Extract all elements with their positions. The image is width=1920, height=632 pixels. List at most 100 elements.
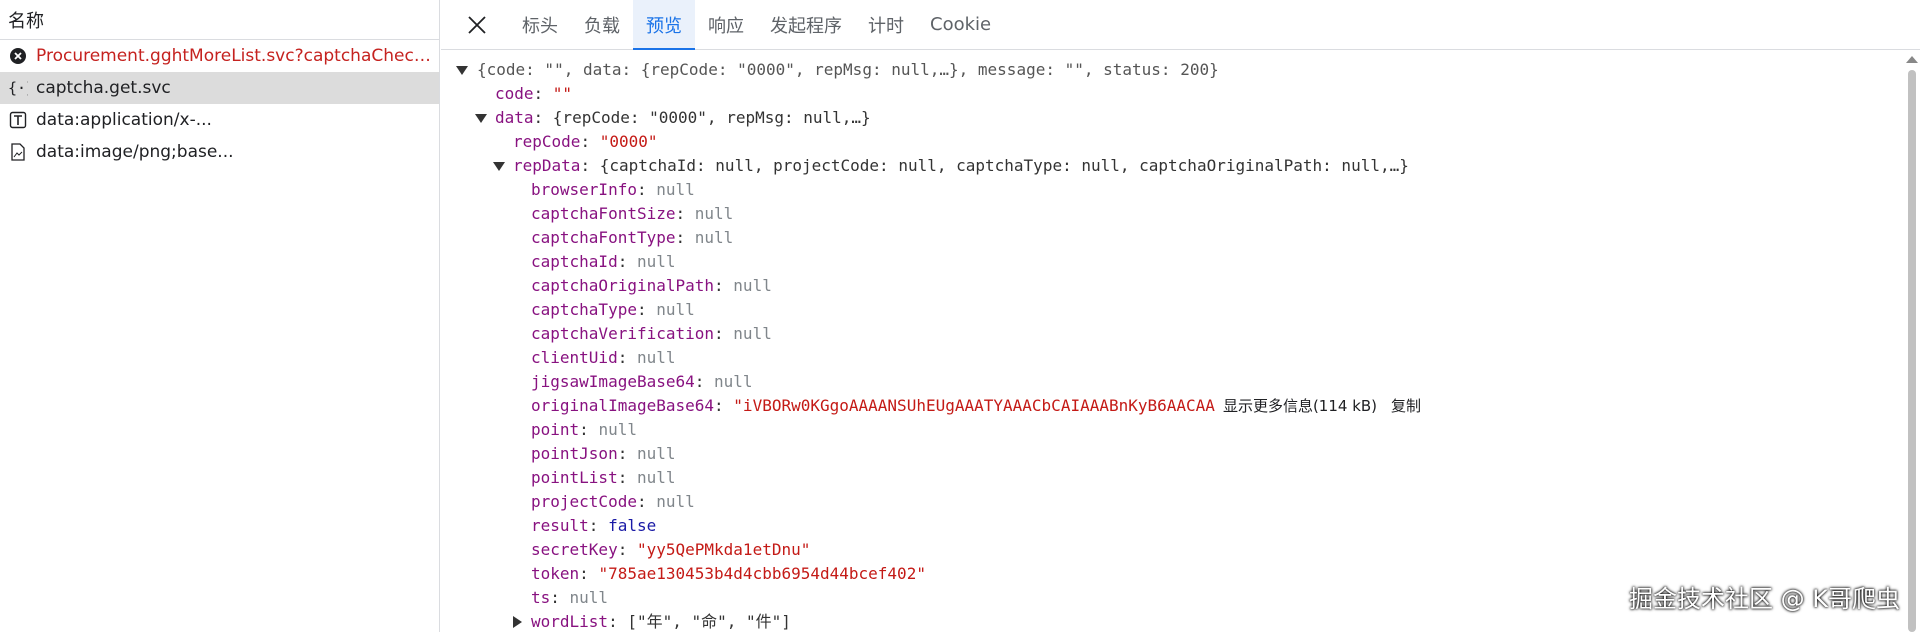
json-key: captchaFontSize [531, 204, 676, 223]
tab-timing[interactable]: 计时 [855, 0, 917, 49]
tree-row-repdata[interactable]: repData: {captchaId: null, projectCode: … [441, 154, 1901, 178]
tab-preview[interactable]: 预览 [633, 0, 695, 50]
request-item-data-image[interactable]: data:image/png;base... [0, 136, 439, 168]
name-column-header[interactable]: 名称 [0, 0, 439, 40]
json-key: code [495, 84, 534, 103]
json-key: data [495, 108, 534, 127]
json-key: projectCode [531, 492, 637, 511]
json-key: captchaVerification [531, 324, 715, 343]
json-key: captchaOriginalPath [531, 276, 715, 295]
tree-row-field: pointList: null [531, 468, 676, 487]
copy-button[interactable]: 复制 [1391, 397, 1421, 415]
json-value: null [733, 276, 772, 295]
collapse-triangle-icon[interactable] [475, 114, 487, 123]
json-key: browserInfo [531, 180, 637, 199]
json-value: null [694, 204, 734, 223]
tree-row-field: pointJson: null [531, 444, 676, 463]
json-key: repData [513, 156, 581, 175]
tab-label: 预览 [646, 15, 682, 37]
details-panel: 标头 负载 预览 响应 发起程序 计时 Cookie {code: "", da… [441, 0, 1920, 632]
collapse-triangle-icon[interactable] [456, 66, 468, 75]
tree-row-field: secretKey: "yy5QePMkda1etDnu" [531, 540, 811, 559]
json-value: null [636, 252, 676, 271]
json-key: clientUid [531, 348, 618, 367]
json-key: token [531, 564, 580, 583]
json-value: null [656, 492, 695, 511]
json-key: point [531, 420, 580, 439]
error-icon [8, 46, 28, 66]
watermark: 掘金技术社区 @ K哥爬虫 [1629, 585, 1900, 613]
tab-headers[interactable]: 标头 [509, 0, 571, 49]
json-value: null [636, 444, 676, 463]
tree-row-field: captchaVerification: null [531, 324, 772, 343]
request-item-captcha[interactable]: {·} captcha.get.svc [0, 72, 439, 104]
tab-label: 发起程序 [770, 15, 842, 37]
tree-row-data[interactable]: data: {repCode: "0000", repMsg: null,…} [441, 106, 1901, 130]
json-value: null [636, 348, 676, 367]
image-file-icon [8, 142, 28, 162]
tab-response[interactable]: 响应 [695, 0, 757, 49]
json-summary: {captchaId: null, projectCode: null, cap… [599, 156, 1409, 175]
tab-label: Cookie [930, 14, 992, 35]
tab-label: 标头 [522, 15, 558, 37]
svg-text:{·}: {·} [8, 79, 28, 97]
json-value: "yy5QePMkda1etDnu" [636, 540, 811, 559]
tree-row-code: code: "" [495, 84, 573, 103]
json-key: wordList [531, 612, 609, 631]
json-key: captchaType [531, 300, 637, 319]
scroll-up-arrow-icon[interactable] [1906, 56, 1918, 63]
root-summary: {code: "", data: {repCode: "0000", repMs… [477, 60, 1219, 79]
tree-row-field: browserInfo: null [531, 180, 695, 199]
json-key: jigsawImageBase64 [531, 372, 695, 391]
tree-row-field: jigsawImageBase64: null [531, 372, 753, 391]
tab-label: 计时 [868, 15, 904, 37]
tab-initiator[interactable]: 发起程序 [757, 0, 855, 49]
tree-root-row[interactable]: {code: "", data: {repCode: "0000", repMs… [441, 58, 1901, 82]
json-value: "0000" [599, 132, 658, 151]
json-key: ts [531, 588, 551, 607]
json-value: null [694, 228, 734, 247]
tab-cookie[interactable]: Cookie [917, 0, 1004, 49]
tree-row-field: point: null [531, 420, 637, 439]
tree-row-field: captchaOriginalPath: null [531, 276, 772, 295]
name-column-label: 名称 [8, 10, 44, 32]
braces-icon: {·} [8, 78, 28, 98]
collapse-triangle-icon[interactable] [493, 162, 505, 171]
json-value: "785ae130453b4d4cbb6954d44bcef402" [598, 564, 926, 583]
request-item-label: Procurement.gghtMoreList.svc?captchaChec… [36, 46, 431, 66]
json-summary: {repCode: "0000", repMsg: null,…} [552, 108, 871, 127]
tree-row-field: captchaFontType: null [531, 228, 734, 247]
json-value: null [598, 420, 637, 439]
tree-row-field: clientUid: null [531, 348, 676, 367]
request-item-data-application[interactable]: data:application/x-... [0, 104, 439, 136]
tree-row-field: originalImageBase64: "iVBORw0KGgoAAAANSU… [531, 396, 1422, 415]
json-value: null [636, 468, 676, 487]
json-key: captchaId [531, 252, 618, 271]
json-preview-tree: {code: "", data: {repCode: "0000", repMs… [441, 58, 1901, 632]
json-value: null [733, 324, 772, 343]
json-value: false [608, 516, 657, 535]
json-value: "iVBORw0KGgoAAAANSUhEUgAAATYAAACbCAIAAAB… [733, 396, 1215, 415]
json-value: "" [552, 84, 573, 103]
json-value: ["年", "命", "件"] [627, 612, 791, 631]
tab-label: 负载 [584, 15, 620, 37]
tree-row-field: projectCode: null [531, 492, 695, 511]
tree-row-field: captchaType: null [531, 300, 695, 319]
close-icon[interactable] [457, 0, 497, 49]
tab-payload[interactable]: 负载 [571, 0, 633, 49]
json-key: pointList [531, 468, 618, 487]
show-more-button[interactable]: 显示更多信息(114 kB) [1223, 397, 1377, 415]
request-item-label: captcha.get.svc [36, 78, 171, 98]
tree-row-field: result: false [531, 516, 657, 535]
request-item-procurement[interactable]: Procurement.gghtMoreList.svc?captchaChec… [0, 40, 439, 72]
json-key: captchaFontType [531, 228, 676, 247]
request-list-panel: 名称 Procurement.gghtMoreList.svc?captchaC… [0, 0, 440, 632]
vertical-scrollbar[interactable] [1908, 70, 1916, 632]
details-tab-bar: 标头 负载 预览 响应 发起程序 计时 Cookie [441, 0, 1920, 50]
json-key: result [531, 516, 589, 535]
tab-label: 响应 [708, 15, 744, 37]
expand-triangle-icon[interactable] [513, 616, 522, 628]
json-value: null [714, 372, 753, 391]
tree-row-field: captchaFontSize: null [531, 204, 734, 223]
json-value: null [569, 588, 609, 607]
